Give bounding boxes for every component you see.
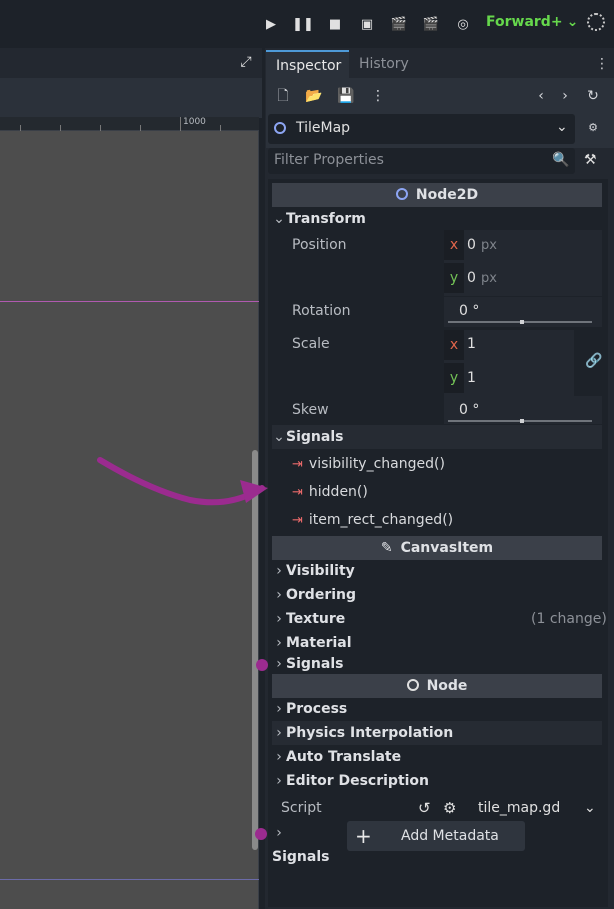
annotation-dot <box>255 828 267 840</box>
annotation-arrow <box>97 457 265 506</box>
annotation-dot <box>256 659 268 671</box>
annotation-overlay <box>97 457 268 506</box>
